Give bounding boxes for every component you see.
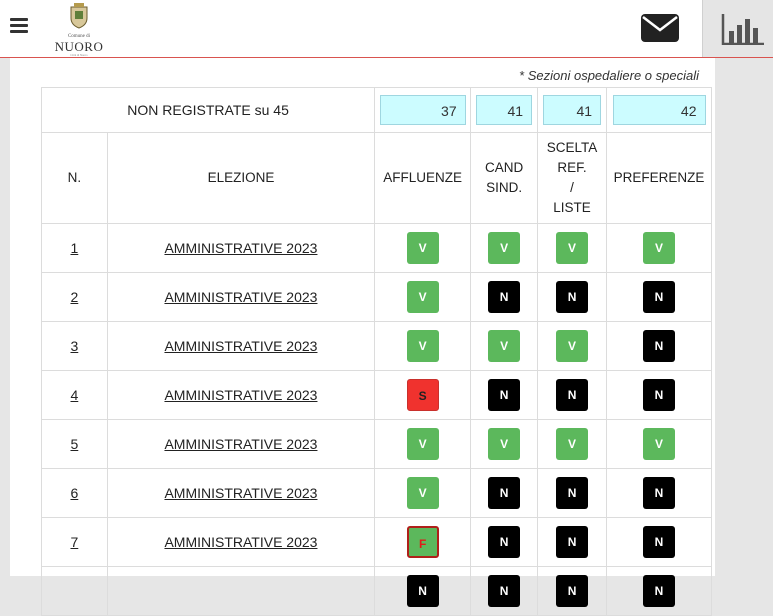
affluenze-status-badge[interactable]: F xyxy=(406,526,439,558)
preferenze-status-badge[interactable]: N xyxy=(643,379,675,411)
cand-status-badge[interactable]: N xyxy=(488,575,521,607)
row-number-link[interactable]: 7 xyxy=(70,534,78,550)
scelta-status-badge[interactable]: N xyxy=(556,477,589,509)
cand-status-badge[interactable]: N xyxy=(488,281,521,313)
row-number-link[interactable]: 2 xyxy=(70,289,78,305)
cand-sind-count: 41 xyxy=(476,95,533,125)
scelta-status-badge[interactable]: V xyxy=(556,330,589,362)
col-cand-sind: CAND SIND. xyxy=(470,132,539,224)
elezione-link[interactable]: AMMINISTRATIVE 2023 xyxy=(164,240,317,256)
cand-status-badge[interactable]: V xyxy=(488,330,521,362)
table-row: 7 AMMINISTRATIVE 2023 F N N N xyxy=(41,517,712,567)
comune-nuoro-logo[interactable]: Comune di NUORO Città di Nuoro xyxy=(50,3,108,57)
table-row: N N N N xyxy=(41,566,712,616)
affluenze-status-badge[interactable]: N xyxy=(406,575,439,607)
scelta-status-badge[interactable]: N xyxy=(556,379,589,411)
affluenze-status-badge[interactable]: V xyxy=(406,428,439,460)
preferenze-status-badge[interactable]: N xyxy=(643,330,675,362)
table-header: N. ELEZIONE AFFLUENZE CAND SIND. SCELTA … xyxy=(41,132,712,224)
summary-row: NON REGISTRATE su 45 37 41 41 42 xyxy=(40,87,712,133)
table-row: 5 AMMINISTRATIVE 2023 V V V V xyxy=(41,419,712,469)
col-n: N. xyxy=(41,132,108,224)
hamburger-icon[interactable] xyxy=(10,18,28,34)
col-preferenze: PREFERENZE xyxy=(606,132,712,224)
elezione-link[interactable]: AMMINISTRATIVE 2023 xyxy=(164,534,317,550)
preferenze-count: 42 xyxy=(612,95,706,125)
elezione-link[interactable]: AMMINISTRATIVE 2023 xyxy=(164,485,317,501)
affluenze-status-badge[interactable]: V xyxy=(406,477,439,509)
affluenze-status-badge[interactable]: V xyxy=(406,330,439,362)
elezione-link[interactable]: AMMINISTRATIVE 2023 xyxy=(164,338,317,354)
scelta-status-badge[interactable]: V xyxy=(556,428,589,460)
cand-status-badge[interactable]: V xyxy=(488,428,521,460)
col-elezione: ELEZIONE xyxy=(106,132,376,224)
affluenze-status-badge[interactable]: V xyxy=(406,281,439,313)
note-sezioni: * Sezioni ospedaliere o speciali xyxy=(519,68,699,83)
row-number-link[interactable]: 5 xyxy=(70,436,78,452)
col-scelta-line4: LISTE xyxy=(553,200,591,215)
row-number-link[interactable]: 6 xyxy=(70,485,78,501)
elections-table: NON REGISTRATE su 45 37 41 41 42 N. ELEZ… xyxy=(40,87,712,616)
col-cand-line1: CAND xyxy=(484,160,524,175)
table-row: 6 AMMINISTRATIVE 2023 V N N N xyxy=(41,468,712,518)
main-content: * Sezioni ospedaliere o speciali NON REG… xyxy=(10,58,715,616)
col-cand-line2: SIND. xyxy=(486,180,523,195)
col-scelta: SCELTA REF. / LISTE xyxy=(537,132,608,224)
preferenze-status-badge[interactable]: N xyxy=(643,526,675,558)
top-navbar: Comune di NUORO Città di Nuoro xyxy=(0,0,773,58)
table-row: 1 AMMINISTRATIVE 2023 V V V V xyxy=(41,223,712,273)
cand-status-badge[interactable]: N xyxy=(488,477,521,509)
preferenze-status-badge[interactable]: V xyxy=(643,232,675,264)
preferenze-status-badge[interactable]: N xyxy=(643,477,675,509)
elezione-link[interactable]: AMMINISTRATIVE 2023 xyxy=(164,289,317,305)
stats-button[interactable] xyxy=(702,0,773,57)
table-row: 2 AMMINISTRATIVE 2023 V N N N xyxy=(41,272,712,322)
table-row: 3 AMMINISTRATIVE 2023 V V V N xyxy=(41,321,712,371)
col-scelta-line2: REF. xyxy=(557,160,587,175)
row-number-link[interactable]: 1 xyxy=(70,240,78,256)
scelta-status-badge[interactable]: N xyxy=(556,575,589,607)
row-number-link[interactable]: 3 xyxy=(70,338,78,354)
col-scelta-line1: SCELTA xyxy=(546,140,598,155)
scelta-status-badge[interactable]: N xyxy=(556,526,589,558)
cand-status-badge[interactable]: N xyxy=(488,379,521,411)
scelta-status-badge[interactable]: V xyxy=(556,232,589,264)
preferenze-status-badge[interactable]: V xyxy=(643,428,675,460)
logo-name: NUORO xyxy=(54,39,104,54)
elezione-link[interactable]: AMMINISTRATIVE 2023 xyxy=(164,387,317,403)
scelta-status-badge[interactable]: N xyxy=(556,281,589,313)
scelta-count: 41 xyxy=(543,95,602,125)
elezione-link[interactable]: AMMINISTRATIVE 2023 xyxy=(164,436,317,452)
non-registrate-label: NON REGISTRATE su 45 xyxy=(40,87,376,133)
cand-status-badge[interactable]: V xyxy=(488,232,521,264)
mail-button[interactable] xyxy=(640,12,686,48)
cand-status-badge[interactable]: N xyxy=(488,526,521,558)
col-scelta-line3: / xyxy=(570,180,574,195)
bar-chart-icon xyxy=(721,14,764,45)
crest-icon xyxy=(70,3,88,29)
table-row: 4 AMMINISTRATIVE 2023 S N N N xyxy=(41,370,712,420)
affluenze-status-badge[interactable]: S xyxy=(406,379,439,411)
preferenze-status-badge[interactable]: N xyxy=(643,281,675,313)
row-number-link[interactable]: 4 xyxy=(70,387,78,403)
col-affluenze: AFFLUENZE xyxy=(374,132,472,224)
affluenze-count: 37 xyxy=(379,95,466,125)
envelope-icon xyxy=(641,14,679,42)
preferenze-status-badge[interactable]: N xyxy=(643,575,675,607)
affluenze-status-badge[interactable]: V xyxy=(406,232,439,264)
